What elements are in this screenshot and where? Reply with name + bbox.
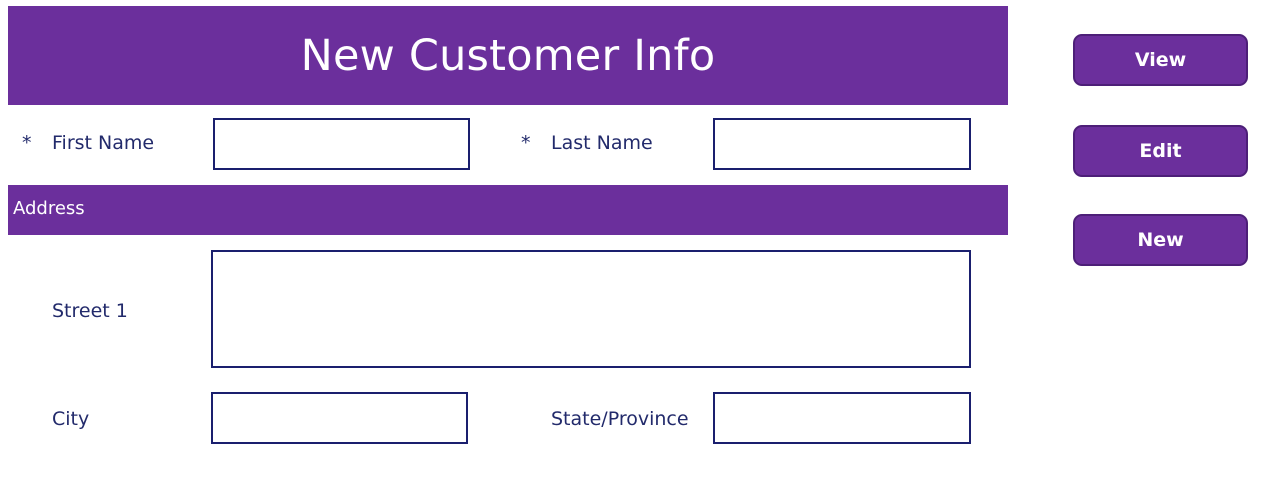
city-input[interactable]: [211, 392, 468, 444]
street1-input[interactable]: [211, 250, 971, 368]
view-button[interactable]: View: [1073, 34, 1248, 86]
address-section-header: Address: [8, 185, 1008, 235]
first-name-required-marker: *: [22, 132, 32, 154]
city-label: City: [52, 408, 90, 430]
last-name-label: Last Name: [551, 132, 653, 154]
last-name-required-marker: *: [521, 132, 531, 154]
first-name-input[interactable]: [213, 118, 470, 170]
state-province-input[interactable]: [713, 392, 971, 444]
last-name-input[interactable]: [713, 118, 971, 170]
first-name-label: First Name: [52, 132, 155, 154]
address-section-label: Address: [13, 198, 85, 219]
form-header: New Customer Info: [8, 6, 1008, 105]
page-title: New Customer Info: [300, 30, 716, 81]
street1-label: Street 1: [52, 300, 128, 322]
state-province-label: State/Province: [551, 408, 689, 430]
new-button[interactable]: New: [1073, 214, 1248, 266]
edit-button[interactable]: Edit: [1073, 125, 1248, 177]
